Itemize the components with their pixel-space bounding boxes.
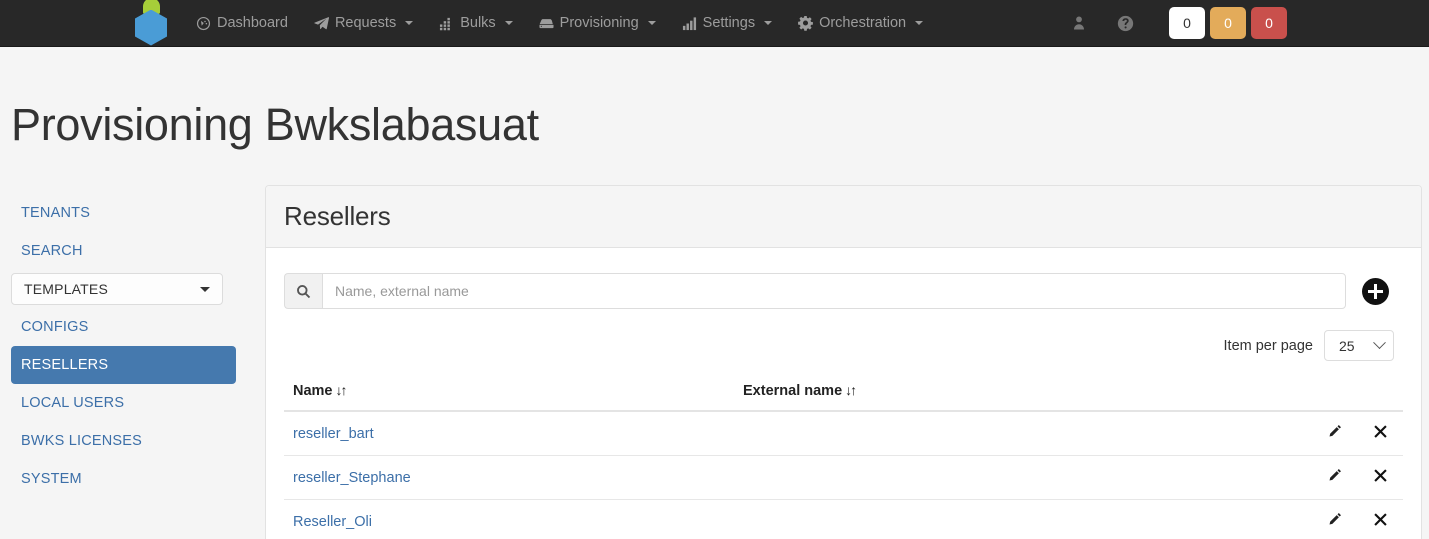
panel-title: Resellers [284, 201, 391, 231]
pencil-icon[interactable] [1327, 468, 1342, 483]
cell-edit [1311, 455, 1357, 500]
pencil-icon[interactable] [1327, 512, 1342, 527]
chevron-down-icon [915, 21, 924, 25]
status-badge-white[interactable]: 0 [1169, 7, 1205, 39]
panel-header: Resellers [266, 186, 1421, 248]
items-per-page-select[interactable]: 25 [1324, 330, 1394, 361]
table-header-row: Name ↓↑ External name ↓↑ [284, 376, 1403, 412]
cell-external-name [734, 499, 1311, 539]
dashboard-icon [196, 16, 211, 31]
search-icon [284, 273, 322, 309]
sidebar-item-tenants[interactable]: TENANTS [11, 194, 236, 232]
top-navbar: Dashboard Requests Bulks Provisioning Se… [0, 0, 1429, 47]
search-input-group [284, 273, 1346, 309]
help-circle-icon [1117, 15, 1134, 32]
cell-name: reseller_bart [284, 411, 734, 456]
sidebar-item-system[interactable]: SYSTEM [11, 460, 236, 498]
user-menu-button[interactable] [1058, 15, 1104, 31]
panel-body: Item per page 25 Name↓↑ External name↓↑ [266, 248, 1421, 539]
page-content: TENANTS SEARCH TEMPLATES CONFIGS RESELLE… [0, 185, 1429, 539]
grid-dots-icon [439, 16, 454, 31]
page-title: Provisioning Bwkslabasuat [11, 99, 539, 150]
status-badge-red[interactable]: 0 [1251, 7, 1287, 39]
column-header-delete [1357, 376, 1403, 412]
table-row: reseller_bart [284, 411, 1403, 456]
navbar-left-group: Dashboard Requests Bulks Provisioning Se… [133, 0, 936, 47]
column-header-edit [1311, 376, 1357, 412]
close-x-icon[interactable] [1373, 468, 1388, 483]
sidebar-item-search[interactable]: SEARCH [11, 232, 236, 270]
nav-item-bulks[interactable]: Bulks [426, 0, 525, 47]
sidebar-item-local-users[interactable]: LOCAL USERS [11, 384, 236, 422]
search-row [284, 273, 1403, 309]
cell-external-name [734, 455, 1311, 500]
nav-item-settings[interactable]: Settings [669, 0, 785, 47]
cell-delete [1357, 455, 1403, 500]
status-badge-group: 0 0 0 [1169, 7, 1287, 39]
sidebar: TENANTS SEARCH TEMPLATES CONFIGS RESELLE… [0, 185, 236, 539]
gear-icon [798, 15, 813, 31]
nav-item-label: Settings [702, 15, 756, 31]
nav-item-label: Requests [334, 15, 397, 31]
chevron-down-icon [200, 286, 210, 292]
add-reseller-button[interactable] [1362, 277, 1389, 305]
sidebar-item-templates-select[interactable]: TEMPLATES [11, 273, 223, 305]
sort-updown-icon[interactable]: ↓↑ [845, 382, 857, 398]
nav-item-label: Orchestration [819, 15, 907, 31]
logo-hexagon-shape [135, 9, 167, 46]
nav-item-provisioning[interactable]: Provisioning [526, 0, 669, 47]
items-per-page-label: Item per page [1223, 337, 1313, 354]
chevron-down-icon [504, 21, 513, 25]
reseller-link[interactable]: reseller_bart [293, 426, 374, 442]
cell-edit [1311, 499, 1357, 539]
close-x-icon[interactable] [1373, 512, 1388, 527]
reseller-link[interactable]: Reseller_Oli [293, 514, 372, 530]
cell-delete [1357, 499, 1403, 539]
sidebar-item-configs[interactable]: CONFIGS [11, 308, 236, 346]
cell-name: Reseller_Oli [284, 499, 734, 539]
column-header-external-name[interactable]: External name ↓↑ [734, 376, 1311, 412]
sidebar-item-resellers[interactable]: RESELLERS [11, 346, 236, 384]
items-per-page-row: Item per page 25 [284, 330, 1403, 361]
column-header-label: Name [293, 383, 333, 399]
table-head: Name ↓↑ External name ↓↑ [284, 376, 1403, 412]
paper-plane-icon [314, 16, 329, 31]
cell-external-name [734, 411, 1311, 456]
table-row: reseller_Stephane [284, 455, 1403, 500]
nav-item-label: Dashboard [217, 15, 288, 31]
sidebar-item-label: TEMPLATES [24, 281, 109, 297]
reseller-link[interactable]: reseller_Stephane [293, 470, 411, 486]
bar-chart-icon [682, 16, 697, 31]
search-input[interactable] [322, 273, 1346, 309]
nav-item-dashboard[interactable]: Dashboard [183, 0, 301, 47]
chevron-down-icon [405, 21, 414, 25]
database-icon [539, 16, 554, 31]
resellers-table: Name ↓↑ External name ↓↑ reseller_bart r… [284, 376, 1403, 539]
table-body: reseller_bart reseller_Stephane Reseller… [284, 411, 1403, 539]
items-per-page-value: 25 [1339, 337, 1355, 354]
chevron-down-icon [647, 21, 656, 25]
column-header-label: External name [743, 383, 843, 399]
nav-item-label: Bulks [460, 15, 496, 31]
sort-updown-icon[interactable]: ↓↑ [336, 382, 348, 398]
resellers-panel: Resellers Item per page [265, 185, 1422, 539]
nav-item-orchestration[interactable]: Orchestration [785, 0, 936, 47]
user-icon [1071, 15, 1087, 31]
status-badge-amber[interactable]: 0 [1210, 7, 1246, 39]
navbar-right-group: 0 0 0 [1058, 0, 1287, 47]
nav-item-requests[interactable]: Requests [301, 0, 426, 47]
help-button[interactable] [1104, 15, 1147, 32]
pencil-icon[interactable] [1327, 424, 1342, 439]
column-header-name[interactable]: Name ↓↑ [284, 376, 734, 412]
hexagon-logo[interactable] [133, 0, 169, 47]
chevron-down-icon [764, 21, 773, 25]
nav-item-label: Provisioning [559, 15, 639, 31]
cell-delete [1357, 411, 1403, 456]
close-x-icon[interactable] [1373, 424, 1388, 439]
cell-name: reseller_Stephane [284, 455, 734, 500]
sidebar-item-bwks-licenses[interactable]: BWKS LICENSES [11, 422, 236, 460]
cell-edit [1311, 411, 1357, 456]
chevron-down-icon [1373, 336, 1386, 350]
table-row: Reseller_Oli [284, 499, 1403, 539]
